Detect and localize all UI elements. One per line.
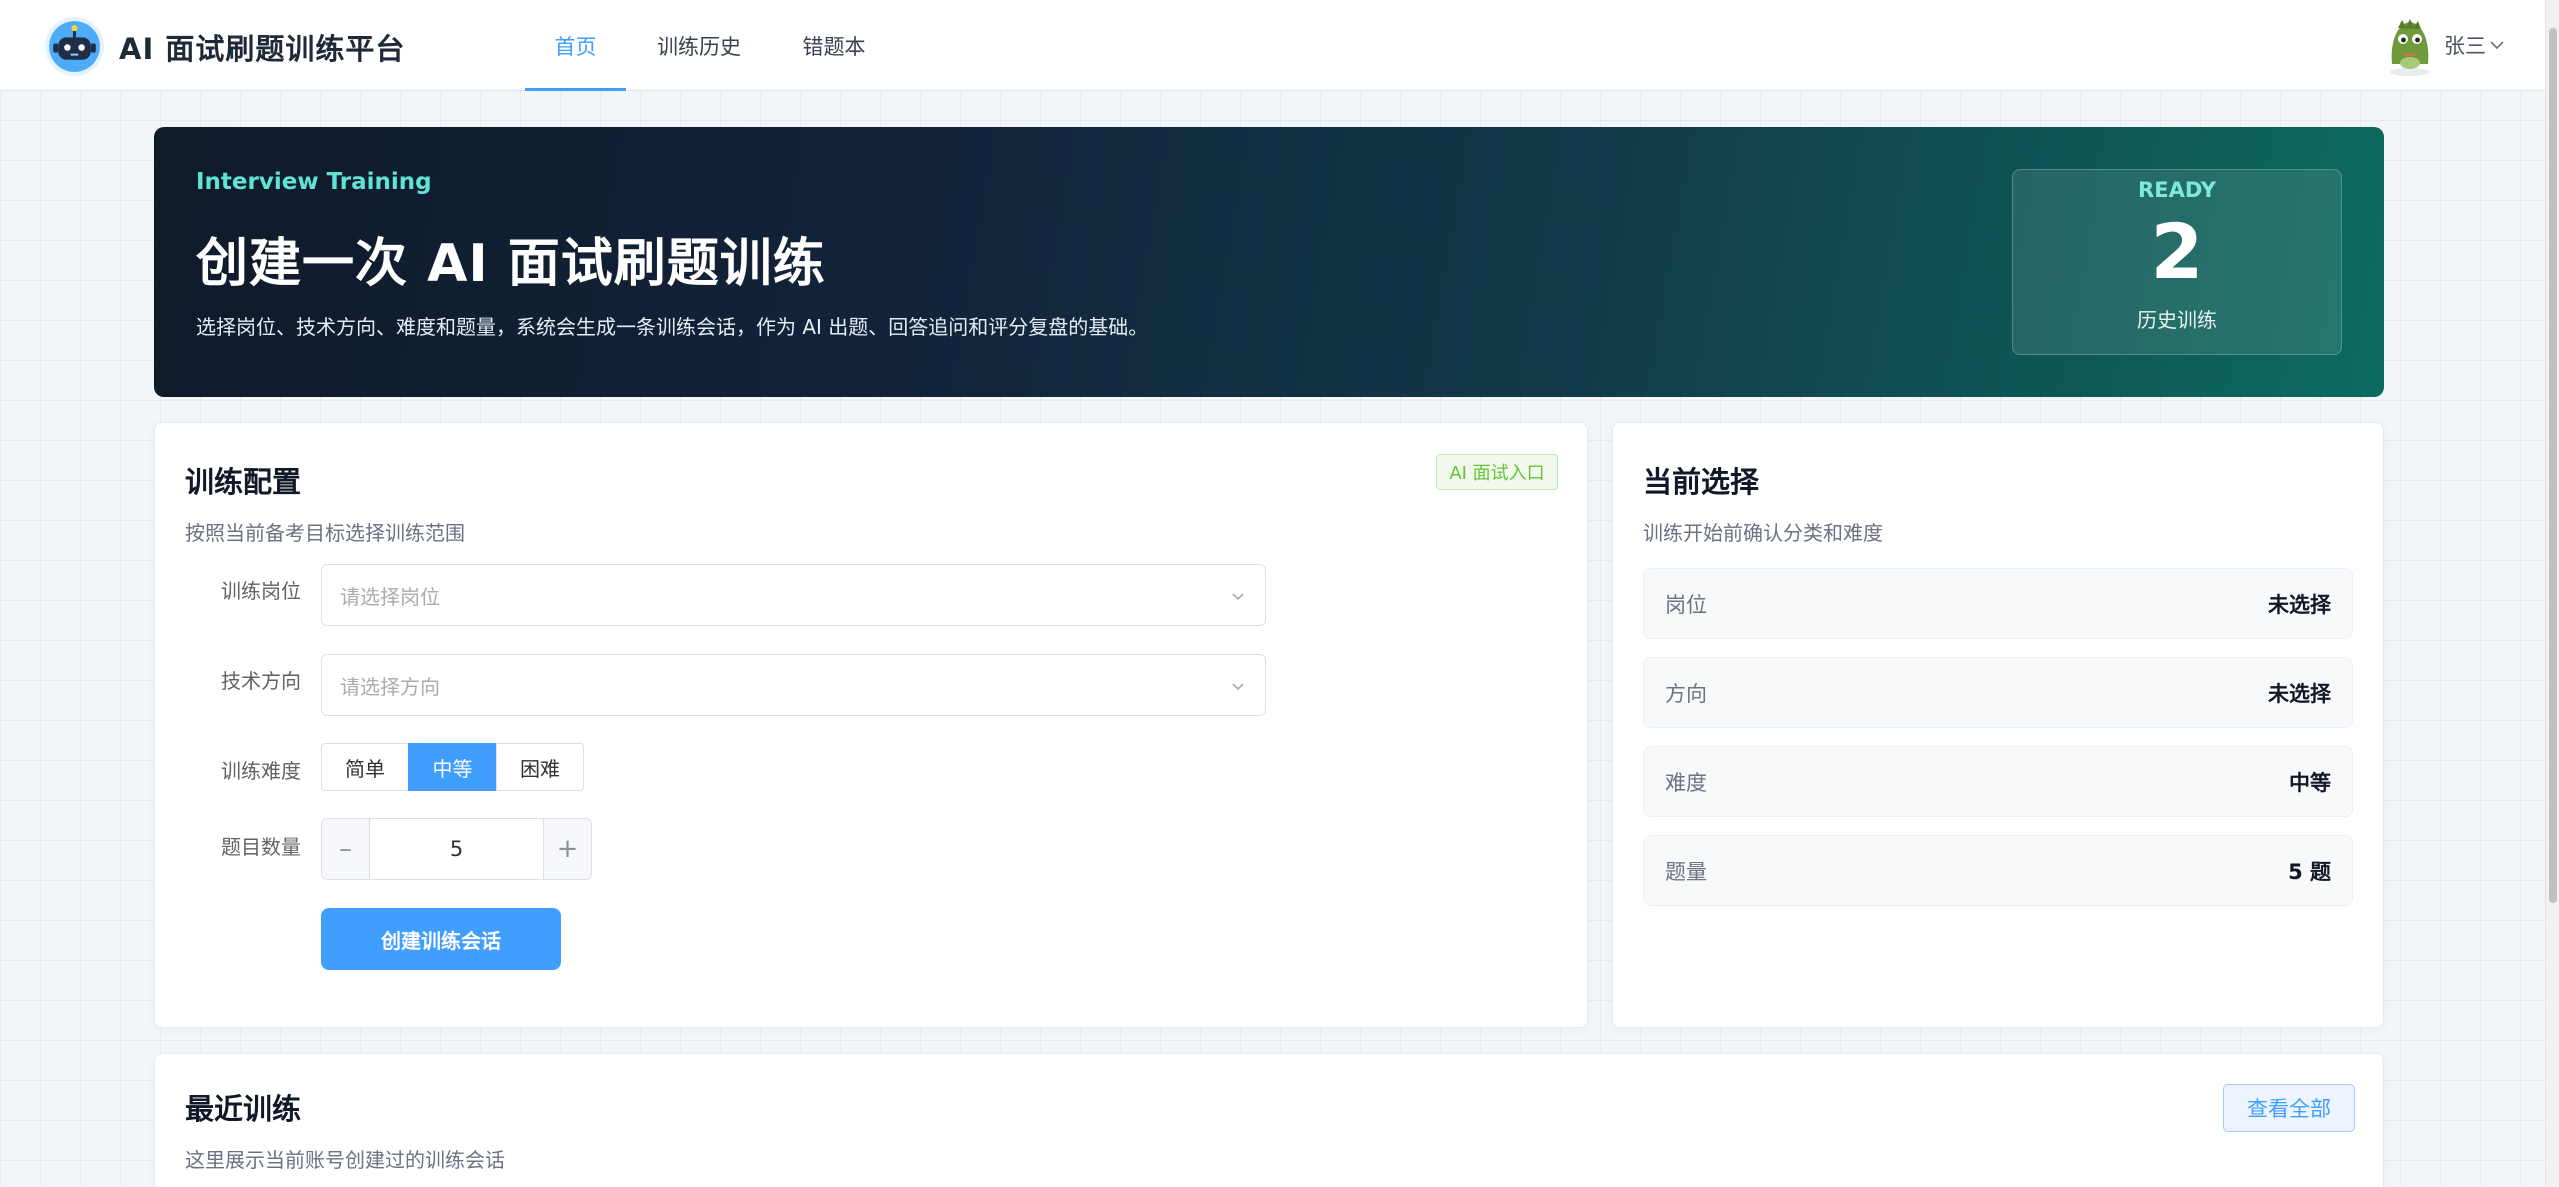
scrollbar[interactable] [2545, 0, 2559, 1187]
ready-tag: READY [2138, 178, 2216, 202]
nav-wrong-questions[interactable]: 错题本 [774, 0, 894, 91]
view-all-button[interactable]: 查看全部 [2223, 1084, 2355, 1132]
difficulty-easy[interactable]: 简单 [321, 743, 409, 791]
position-label: 训练岗位 [221, 579, 301, 603]
chevron-down-icon [1232, 683, 1244, 691]
selection-key: 岗位 [1665, 592, 1707, 617]
selection-value: 未选择 [2268, 681, 2331, 706]
selection-subtitle: 训练开始前确认分类和难度 [1643, 521, 1883, 545]
config-title: 训练配置 [185, 465, 302, 499]
recent-subtitle: 这里展示当前账号创建过的训练会话 [185, 1148, 505, 1172]
current-selection-card: 当前选择 训练开始前确认分类和难度 岗位 未选择 方向 未选择 难度 中等 题量… [1612, 422, 2384, 1028]
selection-value: 中等 [2289, 770, 2331, 795]
nav-training-history[interactable]: 训练历史 [626, 0, 772, 91]
position-select[interactable]: 请选择岗位 [321, 564, 1266, 626]
selection-title: 当前选择 [1643, 465, 1760, 499]
direction-placeholder: 请选择方向 [340, 674, 440, 699]
nav-home[interactable]: 首页 [525, 0, 626, 91]
brand[interactable]: AI 面试刷题训练平台 [44, 16, 405, 77]
selection-key: 题量 [1665, 859, 1707, 884]
direction-select[interactable]: 请选择方向 [321, 654, 1266, 716]
hero-title: 创建一次 AI 面试刷题训练 [196, 234, 826, 294]
training-config-card: 训练配置 按照当前备考目标选择训练范围 AI 面试入口 训练岗位 请选择岗位 技… [154, 422, 1588, 1028]
hero-description: 选择岗位、技术方向、难度和题量，系统会生成一条训练会话，作为 AI 出题、回答追… [196, 315, 1149, 339]
user-menu[interactable]: 张三 [2382, 14, 2506, 76]
history-count-label: 历史训练 [2137, 308, 2217, 332]
scrollbar-thumb[interactable] [2549, 28, 2557, 903]
config-subtitle: 按照当前备考目标选择训练范围 [185, 521, 465, 545]
top-navbar: AI 面试刷题训练平台 首页 训练历史 错题本 张三 [0, 0, 2545, 91]
recent-title: 最近训练 [185, 1092, 302, 1126]
ready-stat-card: READY 2 历史训练 [2012, 169, 2342, 355]
selection-row-count: 题量 5 题 [1643, 835, 2353, 906]
selection-value: 5 题 [2288, 859, 2331, 884]
ai-interview-tag: AI 面试入口 [1436, 454, 1558, 490]
increase-button[interactable]: + [543, 819, 591, 879]
hero-banner: Interview Training 创建一次 AI 面试刷题训练 选择岗位、技… [154, 127, 2384, 397]
decrease-button[interactable]: – [322, 819, 370, 879]
question-count-stepper: – 5 + [321, 818, 592, 880]
selection-value: 未选择 [2268, 592, 2331, 617]
direction-label: 技术方向 [221, 669, 301, 693]
chevron-down-icon [1232, 593, 1244, 601]
difficulty-hard[interactable]: 困难 [496, 743, 584, 791]
position-placeholder: 请选择岗位 [340, 584, 440, 609]
difficulty-segmented: 简单 中等 困难 [321, 743, 584, 791]
difficulty-label: 训练难度 [221, 759, 301, 783]
brand-title: AI 面试刷题训练平台 [119, 31, 406, 66]
selection-row-direction: 方向 未选择 [1643, 657, 2353, 728]
user-name: 张三 [2444, 34, 2486, 58]
question-count-input[interactable]: 5 [370, 819, 543, 879]
robot-icon [45, 17, 104, 76]
chevron-down-icon [2490, 41, 2504, 50]
difficulty-medium[interactable]: 中等 [408, 743, 497, 791]
selection-row-difficulty: 难度 中等 [1643, 746, 2353, 817]
hero-eyebrow: Interview Training [196, 169, 432, 195]
recent-training-card: 最近训练 这里展示当前账号创建过的训练会话 查看全部 [154, 1053, 2384, 1187]
history-count: 2 [2150, 207, 2204, 296]
selection-key: 难度 [1665, 770, 1707, 795]
dinosaur-avatar [2390, 19, 2430, 76]
count-label: 题目数量 [221, 835, 301, 859]
selection-row-position: 岗位 未选择 [1643, 568, 2353, 639]
selection-key: 方向 [1665, 681, 1707, 706]
main-nav: 首页 训练历史 错题本 [525, 0, 894, 91]
create-session-button[interactable]: 创建训练会话 [321, 908, 561, 970]
